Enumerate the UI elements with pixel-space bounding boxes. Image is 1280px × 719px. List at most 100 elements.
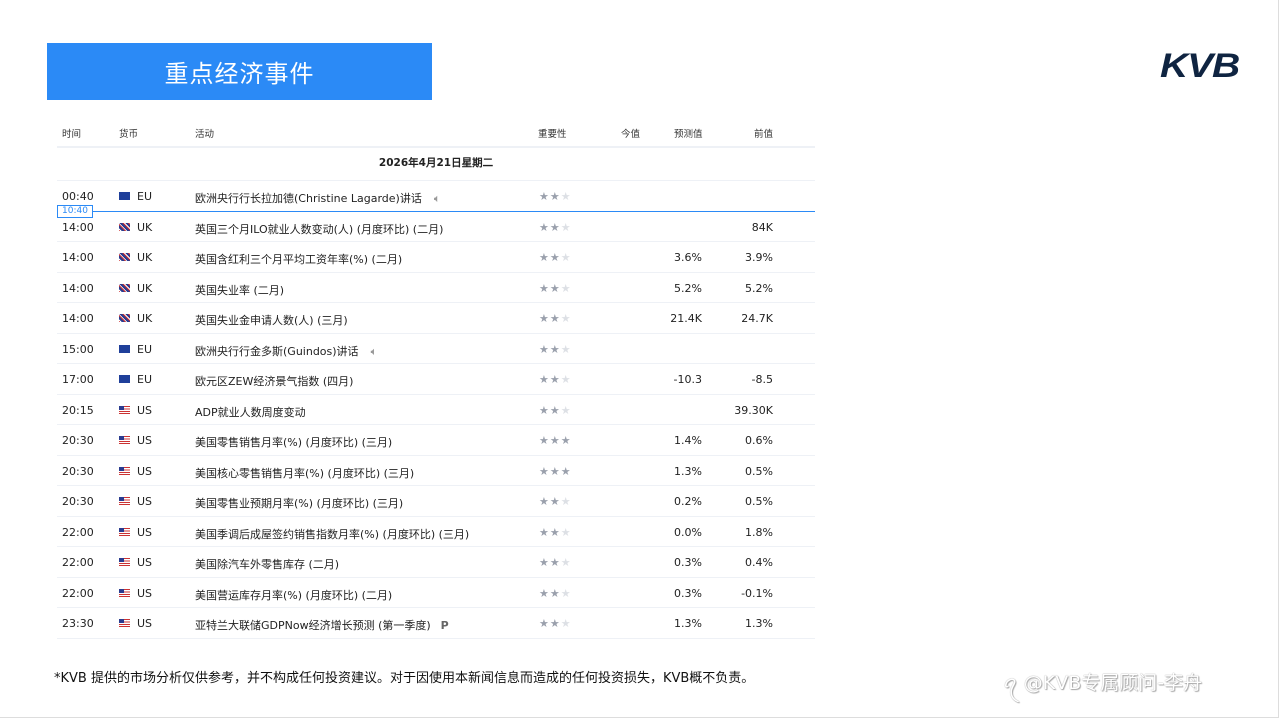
table-row[interactable]: 20:30 US 美国零售业预期月率(%) (月度环比) (三月) ★★★ 0.… xyxy=(57,486,815,517)
event-name: 美国零售销售月率(%) (月度环比) (三月) xyxy=(195,434,392,450)
event-name: 英国含红利三个月平均工资年率(%) (二月) xyxy=(195,251,402,267)
event-name-text: 欧元区ZEW经济景气指数 (四月) xyxy=(195,375,353,388)
forecast-value: -10.3 xyxy=(657,373,702,386)
importance-stars: ★★★ xyxy=(539,312,572,325)
event-time: 14:00 xyxy=(62,251,94,264)
event-name-text: 美国季调后成屋签约销售指数月率(%) (月度环比) (三月) xyxy=(195,528,469,541)
importance-stars: ★★★ xyxy=(539,526,572,539)
event-name: ADP就业人数周度变动 xyxy=(195,404,306,420)
us-flag-icon xyxy=(119,589,130,597)
us-flag-icon xyxy=(119,558,130,566)
currency: UK xyxy=(137,251,152,264)
event-name: 美国零售业预期月率(%) (月度环比) (三月) xyxy=(195,495,403,511)
us-flag-icon xyxy=(119,528,130,536)
speaker-icon: 🔈︎ xyxy=(434,192,441,205)
event-time: 17:00 xyxy=(62,373,94,386)
event-name-text: 美国营运库存月率(%) (月度环比) (二月) xyxy=(195,589,392,602)
event-time: 20:15 xyxy=(62,404,94,417)
currency: UK xyxy=(137,312,152,325)
event-name: 美国除汽车外零售库存 (二月) xyxy=(195,556,339,572)
importance-stars: ★★★ xyxy=(539,495,572,508)
header-event: 活动 xyxy=(195,126,214,140)
eu-flag-icon xyxy=(119,192,130,200)
us-flag-icon xyxy=(119,467,130,475)
current-time-line xyxy=(57,211,815,212)
event-time: 15:00 xyxy=(62,343,94,356)
importance-stars: ★★★ xyxy=(539,404,572,417)
table-row[interactable]: 00:40 EU 欧洲央行行长拉加德(Christine Lagarde)讲话 🔈… xyxy=(57,181,815,212)
event-time: 14:00 xyxy=(62,312,94,325)
table-row[interactable]: 22:00 US 美国除汽车外零售库存 (二月) ★★★ 0.3% 0.4% xyxy=(57,547,815,578)
currency: US xyxy=(137,465,152,478)
table-row[interactable]: 17:00 EU 欧元区ZEW经济景气指数 (四月) ★★★ -10.3 -8.… xyxy=(57,364,815,395)
importance-stars: ★★★ xyxy=(539,282,572,295)
forecast-value: 3.6% xyxy=(657,251,702,264)
event-name: 美国季调后成屋签约销售指数月率(%) (月度环比) (三月) xyxy=(195,526,469,542)
table-row[interactable]: 20:30 US 美国核心零售销售月率(%) (月度环比) (三月) ★★★ 1… xyxy=(57,456,815,487)
page-title: 重点经济事件 xyxy=(47,43,432,100)
event-time: 23:30 xyxy=(62,617,94,630)
importance-stars: ★★★ xyxy=(539,434,572,447)
watermark: ꪖ @KVB专属顾问-李舟 xyxy=(1003,664,1202,704)
event-name: 欧元区ZEW经济景气指数 (四月) xyxy=(195,373,353,389)
event-name: 英国失业金申请人数(人) (三月) xyxy=(195,312,348,328)
table-row[interactable]: 14:00 UK 英国失业金申请人数(人) (三月) ★★★ 21.4K 24.… xyxy=(57,303,815,334)
event-name: 英国三个月ILO就业人数变动(人) (月度环比) (二月) xyxy=(195,221,443,237)
header-importance: 重要性 xyxy=(538,126,567,140)
currency: EU xyxy=(137,190,152,203)
currency: US xyxy=(137,495,152,508)
previous-value: 84K xyxy=(727,221,773,234)
event-time: 22:00 xyxy=(62,556,94,569)
importance-stars: ★★★ xyxy=(539,617,572,630)
currency: US xyxy=(137,587,152,600)
importance-stars: ★★★ xyxy=(539,190,572,203)
table-row[interactable]: 14:00 UK 英国含红利三个月平均工资年率(%) (二月) ★★★ 3.6%… xyxy=(57,242,815,273)
forecast-value: 1.3% xyxy=(657,617,702,630)
event-name-text: 欧洲央行行长拉加德(Christine Lagarde)讲话 xyxy=(195,192,422,205)
previous-value: -0.1% xyxy=(727,587,773,600)
forecast-value: 1.3% xyxy=(657,465,702,478)
previous-value: 3.9% xyxy=(727,251,773,264)
currency: UK xyxy=(137,221,152,234)
event-rows: 00:40 EU 欧洲央行行长拉加德(Christine Lagarde)讲话 🔈… xyxy=(57,181,815,639)
currency: US xyxy=(137,556,152,569)
uk-flag-icon xyxy=(119,284,130,292)
header-actual: 今值 xyxy=(621,126,640,140)
previous-value: 1.8% xyxy=(727,526,773,539)
event-time: 00:40 xyxy=(62,190,94,203)
table-row[interactable]: 14:00 UK 英国三个月ILO就业人数变动(人) (月度环比) (二月) ★… xyxy=(57,212,815,243)
forecast-value: 1.4% xyxy=(657,434,702,447)
table-row[interactable]: 14:00 UK 英国失业率 (二月) ★★★ 5.2% 5.2% xyxy=(57,273,815,304)
previous-value: 0.4% xyxy=(727,556,773,569)
uk-flag-icon xyxy=(119,253,130,261)
importance-stars: ★★★ xyxy=(539,373,572,386)
table-row[interactable]: 22:00 US 美国季调后成屋签约销售指数月率(%) (月度环比) (三月) … xyxy=(57,517,815,548)
event-name: 英国失业率 (二月) xyxy=(195,282,284,298)
event-name-text: 美国零售业预期月率(%) (月度环比) (三月) xyxy=(195,497,403,510)
header-time: 时间 xyxy=(62,126,81,140)
header-forecast: 预测值 xyxy=(674,126,703,140)
header-previous: 前值 xyxy=(754,126,773,140)
currency: EU xyxy=(137,343,152,356)
event-name-text: 英国三个月ILO就业人数变动(人) (月度环比) (二月) xyxy=(195,223,443,236)
disclaimer: *KVB 提供的市场分析仅供参考，并不构成任何投资建议。对于因使用本新闻信息而造… xyxy=(54,667,754,686)
importance-stars: ★★★ xyxy=(539,251,572,264)
table-row[interactable]: 20:30 US 美国零售销售月率(%) (月度环比) (三月) ★★★ 1.4… xyxy=(57,425,815,456)
event-name-text: ADP就业人数周度变动 xyxy=(195,406,306,419)
table-row[interactable]: 20:15 US ADP就业人数周度变动 ★★★ 39.30K xyxy=(57,395,815,426)
table-row[interactable]: 23:30 US 亚特兰大联储GDPNow经济增长预测 (第一季度)P ★★★ … xyxy=(57,608,815,639)
currency: US xyxy=(137,617,152,630)
date-row: 2026年4月21日星期二 xyxy=(57,148,815,181)
previous-value: 0.6% xyxy=(727,434,773,447)
eu-flag-icon xyxy=(119,345,130,353)
us-flag-icon xyxy=(119,619,130,627)
table-row[interactable]: 22:00 US 美国营运库存月率(%) (月度环比) (二月) ★★★ 0.3… xyxy=(57,578,815,609)
importance-stars: ★★★ xyxy=(539,556,572,569)
previous-value: 39.30K xyxy=(727,404,773,417)
previous-value: 0.5% xyxy=(727,465,773,478)
forecast-value: 0.0% xyxy=(657,526,702,539)
importance-stars: ★★★ xyxy=(539,343,572,356)
table-row[interactable]: 15:00 EU 欧洲央行行金多斯(Guindos)讲话🔈︎ ★★★ xyxy=(57,334,815,365)
importance-stars: ★★★ xyxy=(539,221,572,234)
event-time: 20:30 xyxy=(62,465,94,478)
